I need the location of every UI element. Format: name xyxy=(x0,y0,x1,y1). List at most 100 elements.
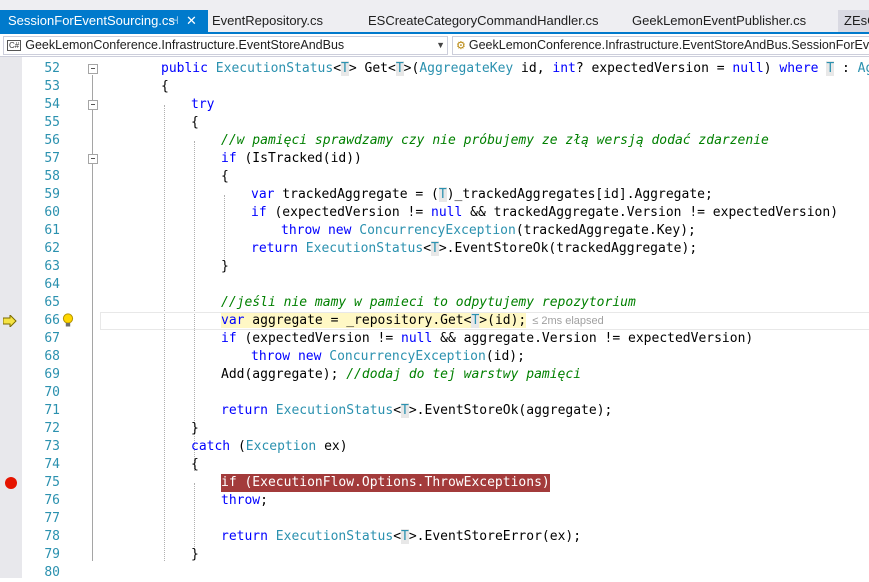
line-number: 78 xyxy=(44,529,60,544)
tab-event-repository[interactable]: EventRepository.cs xyxy=(212,10,323,32)
code-line-67: 67 if (expectedVersion != null && aggreg… xyxy=(0,330,869,348)
csharp-project-icon: C# xyxy=(7,40,22,51)
code-text: throw; xyxy=(221,493,268,508)
line-number: 53 xyxy=(44,79,60,94)
code-text: { xyxy=(221,169,229,184)
tab-label: GeekLemonEventPublisher.cs xyxy=(632,13,807,28)
code-line-55: 55 { xyxy=(0,114,869,132)
code-text: } xyxy=(221,259,229,274)
collapse-icon[interactable] xyxy=(88,64,98,74)
code-line-58: 58 { xyxy=(0,168,869,186)
code-comment: //jeśli nie mamy w pamieci to odpytujemy… xyxy=(221,295,636,310)
code-line-80: 80 xyxy=(0,564,869,582)
line-number: 79 xyxy=(44,547,60,562)
code-line-63: 63 } xyxy=(0,258,869,276)
type-dropdown-label: GeekLemonConference.Infrastructure.Event… xyxy=(468,38,869,52)
code-line-70: 70 xyxy=(0,384,869,402)
code-line-61: 61 throw new ConcurrencyException(tracke… xyxy=(0,222,869,240)
code-text: try xyxy=(191,97,215,112)
code-line-73: 73 catch (Exception ex) xyxy=(0,438,869,456)
code-text: public ExecutionStatus<T> Get<T>(Aggrega… xyxy=(161,61,869,76)
tab-label: SessionForEventSourcing.cs xyxy=(8,13,175,28)
tab-zesc[interactable]: ZEsC xyxy=(838,10,869,32)
line-number: 66 xyxy=(44,313,60,328)
code-line-57: 57 if (IsTracked(id)) xyxy=(0,150,869,168)
line-number: 56 xyxy=(44,133,60,148)
execution-pointer-icon[interactable] xyxy=(3,315,17,327)
code-text: { xyxy=(191,457,199,472)
tab-geek-lemon-event-publisher[interactable]: GeekLemonEventPublisher.cs xyxy=(632,10,806,32)
code-text: throw new ConcurrencyException(id); xyxy=(251,349,525,364)
close-icon[interactable]: ✕ xyxy=(186,10,197,32)
code-line-75: 75 if (ExecutionFlow.Options.ThrowExcept… xyxy=(0,474,869,492)
code-editor[interactable]: 52 public ExecutionStatus<T> Get<T>(Aggr… xyxy=(0,57,869,580)
code-line-79: 79 } xyxy=(0,546,869,564)
line-number: 71 xyxy=(44,403,60,418)
code-text: if (expectedVersion != null && aggregate… xyxy=(221,331,754,346)
line-number: 80 xyxy=(44,565,60,580)
line-number: 60 xyxy=(44,205,60,220)
code-text: var aggregate = _repository.Get<T>(id); ≤… xyxy=(221,313,604,328)
code-line-77: 77 xyxy=(0,510,869,528)
code-text: return ExecutionStatus<T>.EventStoreErro… xyxy=(221,529,582,544)
line-number: 73 xyxy=(44,439,60,454)
code-line-65: 65 //jeśli nie mamy w pamieci to odpytuj… xyxy=(0,294,869,312)
code-text: if (expectedVersion != null && trackedAg… xyxy=(251,205,839,220)
code-line-59: 59 var trackedAggregate = (T)_trackedAgg… xyxy=(0,186,869,204)
line-number: 74 xyxy=(44,457,60,472)
pin-icon[interactable]: ⊣ xyxy=(169,10,179,32)
code-line-69: 69 Add(aggregate); //dodaj do tej warstw… xyxy=(0,366,869,384)
code-line-54: 54 try xyxy=(0,96,869,114)
tab-label: EventRepository.cs xyxy=(212,13,324,28)
breakpoint-code-text: if (ExecutionFlow.Options.ThrowException… xyxy=(221,474,550,492)
code-text: { xyxy=(191,115,199,130)
code-line-74: 74 { xyxy=(0,456,869,474)
line-number: 57 xyxy=(44,151,60,166)
collapse-icon[interactable] xyxy=(88,100,98,110)
code-line-56: 56 //w pamięci sprawdzamy czy nie próbuj… xyxy=(0,132,869,150)
line-number: 75 xyxy=(44,475,60,490)
line-number: 52 xyxy=(44,61,60,76)
code-line-68: 68 throw new ConcurrencyException(id); xyxy=(0,348,869,366)
line-number: 54 xyxy=(44,97,60,112)
code-line-66: 66 var aggregate = _repository.Get<T>(id… xyxy=(0,312,869,330)
code-text: Add(aggregate); //dodaj do tej warstwy p… xyxy=(221,367,582,382)
line-number: 76 xyxy=(44,493,60,508)
code-text: } xyxy=(191,421,199,436)
line-number: 61 xyxy=(44,223,60,238)
line-number: 65 xyxy=(44,295,60,310)
code-text: } xyxy=(191,547,199,562)
code-text: { xyxy=(161,79,169,94)
line-number: 77 xyxy=(44,511,60,526)
type-dropdown[interactable]: ⚙ GeekLemonConference.Infrastructure.Even… xyxy=(452,36,869,55)
breakpoint-icon[interactable] xyxy=(5,477,17,489)
tab-es-create-category-command-handler[interactable]: ESCreateCategoryCommandHandler.cs xyxy=(368,10,599,32)
code-line-62: 62 return ExecutionStatus<T>.EventStoreO… xyxy=(0,240,869,258)
class-icon: ⚙ xyxy=(456,40,466,52)
tab-session-for-event-sourcing[interactable]: SessionForEventSourcing.cs ⊣ ✕ xyxy=(0,10,208,32)
project-dropdown[interactable]: C# GeekLemonConference.Infrastructure.Eve… xyxy=(3,36,448,55)
tab-label: ESCreateCategoryCommandHandler.cs xyxy=(368,13,599,28)
code-line-76: 76 throw; xyxy=(0,492,869,510)
code-line-72: 72 } xyxy=(0,420,869,438)
code-line-71: 71 return ExecutionStatus<T>.EventStoreO… xyxy=(0,402,869,420)
chevron-down-icon[interactable]: ▼ xyxy=(436,37,445,54)
code-line-52: 52 public ExecutionStatus<T> Get<T>(Aggr… xyxy=(0,60,869,78)
line-number: 62 xyxy=(44,241,60,256)
collapse-icon[interactable] xyxy=(88,154,98,164)
code-line-64: 64 xyxy=(0,276,869,294)
code-line-60: 60 if (expectedVersion != null && tracke… xyxy=(0,204,869,222)
navigation-bar: C# GeekLemonConference.Infrastructure.Eve… xyxy=(0,34,869,57)
line-number: 63 xyxy=(44,259,60,274)
line-number: 58 xyxy=(44,169,60,184)
code-text: if (IsTracked(id)) xyxy=(221,151,362,166)
line-number: 64 xyxy=(44,277,60,292)
lightbulb-icon[interactable] xyxy=(62,313,74,328)
line-number: 59 xyxy=(44,187,60,202)
perf-tip-elapsed[interactable]: ≤ 2ms elapsed xyxy=(532,315,603,327)
line-number: 70 xyxy=(44,385,60,400)
code-text: var trackedAggregate = (T)_trackedAggreg… xyxy=(251,187,713,202)
tab-label: ZEsC xyxy=(844,13,869,28)
line-number: 68 xyxy=(44,349,60,364)
code-line-53: 53 { xyxy=(0,78,869,96)
